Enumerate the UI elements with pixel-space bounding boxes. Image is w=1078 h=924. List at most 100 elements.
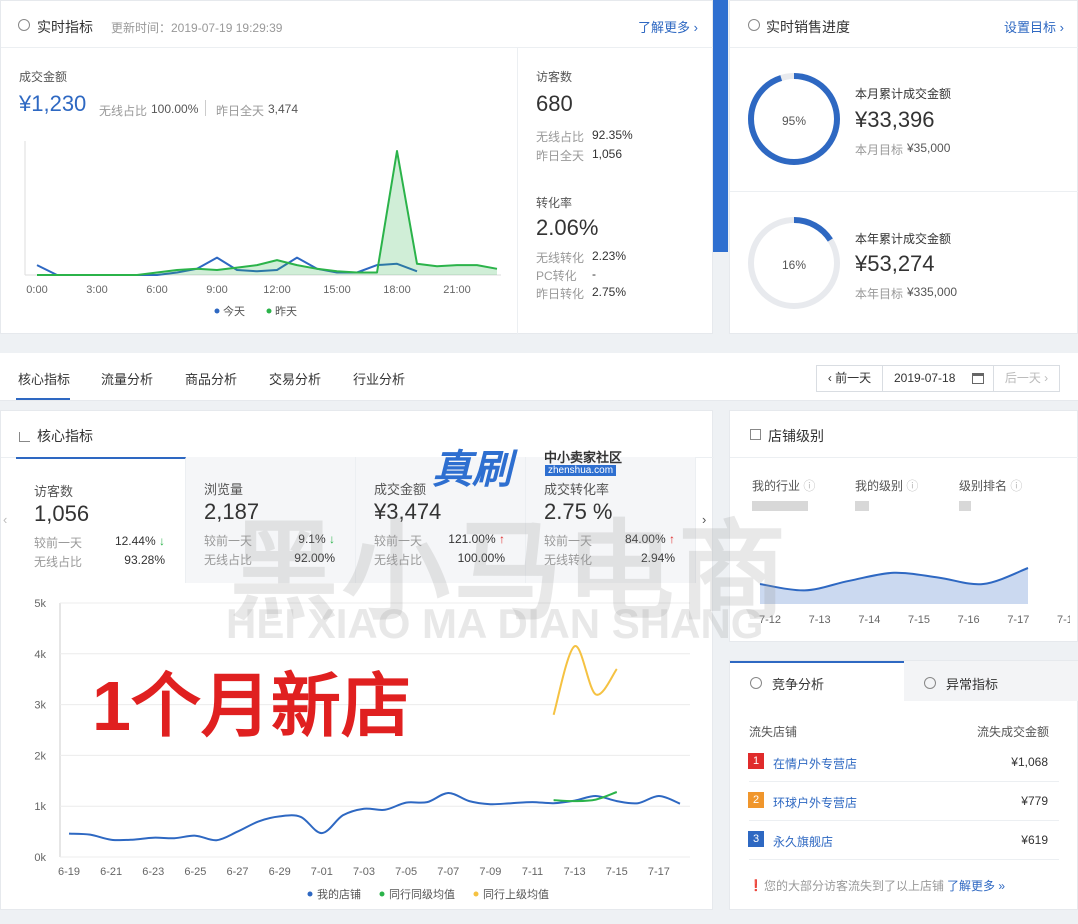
divider bbox=[749, 820, 1059, 821]
metric-secondary-label: 无线占比 bbox=[34, 555, 83, 569]
alert-icon bbox=[924, 677, 936, 689]
y-tick-label: 5k bbox=[34, 598, 46, 610]
x-tick-label: 6-29 bbox=[269, 866, 291, 878]
legend-marker bbox=[473, 891, 479, 897]
x-tick-label: 6:00 bbox=[146, 284, 167, 296]
conversion-wireless-label: 无线转化 bbox=[536, 251, 585, 265]
sales-progress-title: 实时销售进度 bbox=[766, 19, 850, 35]
month-value: ¥33,396 bbox=[855, 107, 935, 132]
x-tick-label: 7-01 bbox=[311, 866, 333, 878]
metric-compare-value: 12.44% ↓ bbox=[114, 534, 165, 548]
conversion-label: 转化率 bbox=[536, 196, 573, 210]
visitors-wireless-label: 无线占比 bbox=[536, 130, 585, 144]
month-percent: 95% bbox=[782, 114, 807, 128]
learn-more-link[interactable]: 了解更多 › bbox=[638, 17, 698, 36]
calendar-icon[interactable] bbox=[972, 373, 984, 384]
level-rank-label: 级别排名 ⓘ bbox=[959, 479, 1023, 493]
my-level-label: 我的级别 ⓘ bbox=[855, 479, 919, 493]
shop-level-title: 店铺级别 bbox=[768, 428, 824, 444]
tab-products[interactable]: 商品分析 bbox=[185, 369, 237, 388]
x-tick-label: 7-17 bbox=[1007, 614, 1029, 626]
year-target-value: ¥335,000 bbox=[907, 285, 958, 299]
core-title: 核心指标 bbox=[37, 428, 93, 444]
set-target-link[interactable]: 设置目标 › bbox=[1004, 17, 1064, 36]
gmv-yesterday-label: 昨日全天 bbox=[216, 104, 265, 118]
footer-learn-more-link[interactable]: 了解更多 » bbox=[947, 877, 1005, 894]
rank-badge: 1 bbox=[748, 753, 764, 769]
divider bbox=[730, 457, 1078, 458]
x-tick-label: 6-27 bbox=[227, 866, 249, 878]
conversion-value: 2.06% bbox=[536, 215, 599, 240]
scrollbar[interactable] bbox=[713, 0, 728, 252]
tab-anomaly[interactable]: 异常指标 bbox=[946, 674, 998, 693]
next-day-button[interactable]: 后一天 › bbox=[993, 366, 1059, 391]
gmv-value: ¥1,230 bbox=[19, 91, 87, 116]
year-label: 本年累计成交金额 bbox=[855, 232, 952, 246]
watermark-en: HEI XIAO MA DIAN SHANG bbox=[226, 600, 764, 647]
x-tick-label: 21:00 bbox=[443, 284, 471, 296]
blurred-value bbox=[855, 501, 869, 511]
help-icon[interactable]: ⓘ bbox=[1010, 479, 1022, 493]
tab-core-metrics[interactable]: 核心指标 bbox=[18, 369, 70, 388]
new-shop-caption: 1个月新店 bbox=[92, 667, 411, 745]
x-tick-label: 6-21 bbox=[100, 866, 122, 878]
x-tick-label: 7-13 bbox=[809, 614, 831, 626]
x-tick-label: 7-16 bbox=[958, 614, 980, 626]
conversion-wireless-value: 2.23% bbox=[592, 249, 627, 263]
lost-shop-link[interactable]: 环球户外专营店 bbox=[773, 794, 857, 811]
competition-card: 竞争分析 异常指标 流失店铺 流失成交金额 ❗ 您的大部分访客流失到了以上店铺 … bbox=[729, 660, 1078, 910]
rank-badge: 2 bbox=[748, 792, 764, 808]
brand-small: 中小卖家社区 bbox=[544, 450, 623, 465]
metric-visitors[interactable]: 访客数 1,056 较前一天 12.44% ↓ 无线占比 93.28% bbox=[16, 457, 186, 583]
date-input[interactable]: 2019-07-18 bbox=[894, 366, 955, 391]
brand-domain: zhenshua.com bbox=[545, 465, 617, 476]
lost-shop-link[interactable]: 在情户外专营店 bbox=[773, 755, 857, 772]
x-tick-label: 7-15 bbox=[606, 866, 628, 878]
footer-text: 您的大部分访客流失到了以上店铺 bbox=[764, 879, 945, 893]
conversion-pc-value: - bbox=[592, 267, 596, 281]
shop-level-icon bbox=[750, 429, 761, 440]
tab-traffic[interactable]: 流量分析 bbox=[101, 369, 153, 388]
series-line-1 bbox=[553, 791, 618, 803]
target-icon bbox=[748, 19, 760, 31]
x-tick-label: 12:00 bbox=[263, 284, 291, 296]
separator bbox=[205, 100, 206, 116]
vertical-divider bbox=[517, 47, 518, 335]
realtime-card: 实时指标 更新时间：2019-07-19 19:29:39 了解更多 › 成交金… bbox=[0, 0, 714, 335]
brand-cn: 真刷 bbox=[432, 448, 512, 492]
tab-competition[interactable]: 竞争分析 bbox=[772, 674, 824, 693]
legend-label: 我的店铺 bbox=[317, 887, 361, 901]
carousel-prev-icon[interactable]: ‹ bbox=[3, 512, 7, 527]
y-tick-label: 3k bbox=[34, 700, 46, 712]
metric-secondary-value: 93.28% bbox=[124, 553, 165, 567]
legend-marker bbox=[214, 308, 220, 314]
help-icon[interactable]: ⓘ bbox=[906, 479, 918, 493]
help-icon[interactable]: ⓘ bbox=[803, 479, 815, 493]
lost-shop-link[interactable]: 永久旗舰店 bbox=[773, 833, 833, 850]
visitors-value: 680 bbox=[536, 91, 573, 116]
x-tick-label: 3:00 bbox=[86, 284, 107, 296]
visitors-label: 访客数 bbox=[536, 70, 573, 84]
competition-icon bbox=[750, 677, 762, 689]
conversion-yesterday-value: 2.75% bbox=[592, 285, 627, 299]
x-tick-label: 7-07 bbox=[437, 866, 459, 878]
lost-amount: ¥1,068 bbox=[1011, 755, 1048, 769]
legend-label: 昨天 bbox=[275, 305, 297, 318]
x-tick-label: 7-18 bbox=[1057, 614, 1070, 626]
y-tick-label: 4k bbox=[34, 649, 46, 661]
tab-transactions[interactable]: 交易分析 bbox=[269, 369, 321, 388]
prev-day-button[interactable]: ‹ 前一天 bbox=[817, 366, 883, 391]
x-tick-label: 7-05 bbox=[395, 866, 417, 878]
gmv-wireless-label: 无线占比 bbox=[99, 104, 148, 118]
metric-value: 1,056 bbox=[34, 501, 90, 526]
gmv-wireless-value: 100.00% bbox=[151, 102, 199, 116]
col-lost-shop: 流失店铺 bbox=[749, 725, 798, 739]
tab-industry[interactable]: 行业分析 bbox=[353, 369, 405, 388]
divider bbox=[749, 781, 1059, 782]
conversion-pc-label: PC转化 bbox=[536, 269, 577, 283]
blurred-value bbox=[959, 501, 971, 511]
lost-amount: ¥619 bbox=[1021, 833, 1048, 847]
divider bbox=[730, 191, 1078, 192]
year-target-label: 本年目标 bbox=[855, 287, 904, 301]
legend-marker bbox=[266, 308, 272, 314]
